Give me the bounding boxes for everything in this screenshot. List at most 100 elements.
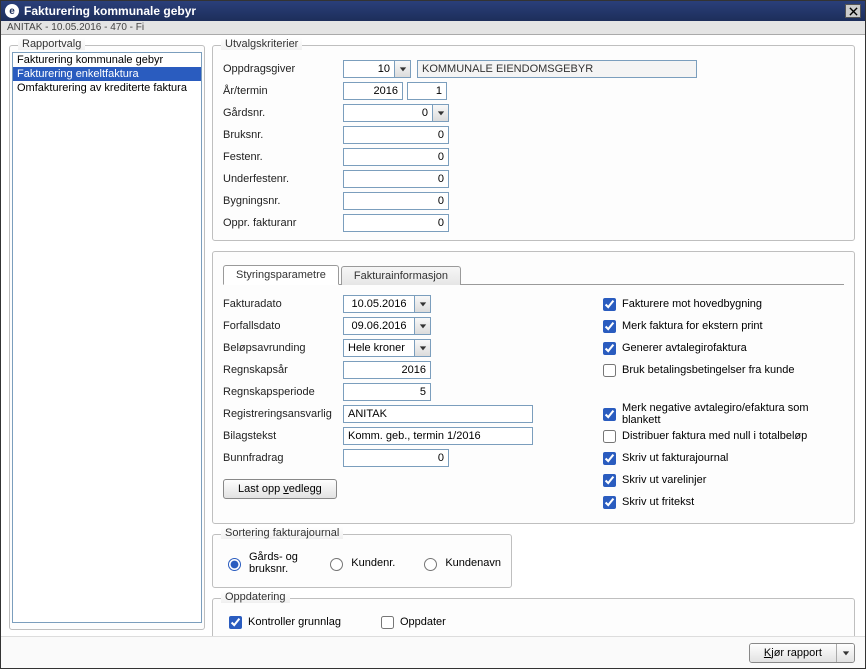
tab-styringsparametre[interactable]: Styringsparametre <box>223 265 339 285</box>
forfallsdato-input[interactable] <box>344 318 414 334</box>
chk-fakturajournal-label: Skriv ut fakturajournal <box>622 452 728 464</box>
fakturadato-input[interactable] <box>344 296 414 312</box>
rapportvalg-legend: Rapportvalg <box>18 38 85 50</box>
bilagstekst-label: Bilagstekst <box>223 430 343 442</box>
belopsavrunding-label: Beløpsavrunding <box>223 342 343 354</box>
app-logo-icon: e <box>5 4 19 18</box>
bilagstekst-input[interactable] <box>343 427 533 445</box>
chevron-down-icon[interactable] <box>394 61 410 77</box>
regnskapsar-label: Regnskapsår <box>223 364 343 376</box>
oppdragsgiver-text: KOMMUNALE EIENDOMSGEBYR <box>417 60 697 78</box>
chk-ekstern-print-label: Merk faktura for ekstern print <box>622 320 763 332</box>
chk-oppdater[interactable]: Oppdater <box>381 611 446 633</box>
radio-gardsbruksnr-label: Gårds- og bruksnr. <box>249 551 301 575</box>
bygningsnr-input[interactable] <box>343 192 449 210</box>
forfallsdato-field[interactable] <box>343 317 431 335</box>
chevron-down-icon[interactable] <box>414 296 430 312</box>
tab-fakturainformasjon[interactable]: Fakturainformasjon <box>341 266 461 285</box>
fakturadato-field[interactable] <box>343 295 431 313</box>
chk-oppdater-input[interactable] <box>381 616 394 629</box>
oppdragsgiver-input[interactable] <box>344 61 394 77</box>
chk-avtalegiro[interactable] <box>603 342 616 355</box>
gardsnr-field[interactable] <box>343 104 449 122</box>
gardsnr-input[interactable] <box>344 105 432 121</box>
chevron-down-icon <box>842 649 850 657</box>
ar-input[interactable] <box>343 82 403 100</box>
window-title: Fakturering kommunale gebyr <box>24 4 196 18</box>
regnskapsar-input[interactable] <box>343 361 431 379</box>
chk-betalingsbetingelser[interactable] <box>603 364 616 377</box>
rapportvalg-group: Rapportvalg Fakturering kommunale gebyr … <box>9 45 205 630</box>
run-report-dropdown[interactable] <box>836 644 854 662</box>
chevron-down-icon[interactable] <box>432 105 448 121</box>
belopsavrunding-input[interactable] <box>344 340 414 356</box>
bruksnr-label: Bruksnr. <box>223 129 343 141</box>
registreringsansvarlig-input[interactable] <box>343 405 533 423</box>
chk-distribuer-null-label: Distribuer faktura med null i totalbeløp <box>622 430 807 442</box>
upload-attachment-label: Last opp vedlegg <box>238 483 322 495</box>
opprfakturanr-input[interactable] <box>343 214 449 232</box>
forfallsdato-label: Forfallsdato <box>223 320 343 332</box>
radio-kundenr-input[interactable] <box>330 558 343 571</box>
oppdatering-legend: Oppdatering <box>221 591 290 603</box>
list-item[interactable]: Fakturering kommunale gebyr <box>13 53 201 67</box>
radio-kundenr[interactable]: Kundenr. <box>325 555 395 571</box>
registreringsansvarlig-label: Registreringsansvarlig <box>223 408 343 420</box>
chk-varelinjer[interactable] <box>603 474 616 487</box>
chk-hovedbygning-label: Fakturere mot hovedbygning <box>622 298 762 310</box>
radio-kundenr-label: Kundenr. <box>351 557 395 569</box>
rapportvalg-listbox[interactable]: Fakturering kommunale gebyr Fakturering … <box>12 52 202 623</box>
sub-title-bar: ANITAK - 10.05.2016 - 470 - Fi <box>1 21 865 35</box>
list-item[interactable]: Omfakturering av krediterte faktura <box>13 81 201 95</box>
chk-distribuer-null[interactable] <box>603 430 616 443</box>
chk-kontroller-grunnlag[interactable]: Kontroller grunnlag <box>229 611 341 633</box>
chk-ekstern-print[interactable] <box>603 320 616 333</box>
chk-fritekst-label: Skriv ut fritekst <box>622 496 694 508</box>
bruksnr-input[interactable] <box>343 126 449 144</box>
chk-fakturajournal[interactable] <box>603 452 616 465</box>
run-report-button[interactable]: Kjør rapport <box>750 644 836 662</box>
radio-kundenavn[interactable]: Kundenavn <box>419 555 501 571</box>
oppdragsgiver-field[interactable] <box>343 60 411 78</box>
chk-negative-blankett[interactable] <box>603 408 616 421</box>
belopsavrunding-field[interactable] <box>343 339 431 357</box>
close-icon <box>849 7 858 16</box>
regnskapsperiode-label: Regnskapsperiode <box>223 386 343 398</box>
list-item[interactable]: Fakturering enkeltfaktura <box>13 67 201 81</box>
chk-hovedbygning[interactable] <box>603 298 616 311</box>
chevron-down-icon[interactable] <box>414 340 430 356</box>
radio-kundenavn-label: Kundenavn <box>445 557 501 569</box>
chk-avtalegiro-label: Generer avtalegirofaktura <box>622 342 747 354</box>
chk-varelinjer-label: Skriv ut varelinjer <box>622 474 706 486</box>
run-report-splitbutton[interactable]: Kjør rapport <box>749 643 855 663</box>
chk-oppdater-label: Oppdater <box>400 616 446 628</box>
sortering-group: Sortering fakturajournal Gårds- og bruks… <box>212 534 512 588</box>
tab-bar: Styringsparametre Fakturainformasjon <box>223 264 844 285</box>
regnskapsperiode-input[interactable] <box>343 383 431 401</box>
festenr-label: Festenr. <box>223 151 343 163</box>
opprfakturanr-label: Oppr. fakturanr <box>223 217 343 229</box>
utvalgskriterier-legend: Utvalgskriterier <box>221 38 302 50</box>
fakturadato-label: Fakturadato <box>223 298 343 310</box>
chk-negative-blankett-label: Merk negative avtalegiro/efaktura som bl… <box>622 402 844 426</box>
termin-input[interactable] <box>407 82 447 100</box>
radio-kundenavn-input[interactable] <box>424 558 437 571</box>
chk-kontroller-grunnlag-input[interactable] <box>229 616 242 629</box>
sortering-legend: Sortering fakturajournal <box>221 527 343 539</box>
underfestenr-label: Underfestenr. <box>223 173 343 185</box>
artermin-label: År/termin <box>223 85 343 97</box>
underfestenr-input[interactable] <box>343 170 449 188</box>
oppdragsgiver-label: Oppdragsgiver <box>223 63 343 75</box>
oppdatering-group: Oppdatering Kontroller grunnlag Oppdater <box>212 598 855 636</box>
close-button[interactable] <box>845 4 861 18</box>
chk-betalingsbetingelser-label: Bruk betalingsbetingelser fra kunde <box>622 364 794 376</box>
chevron-down-icon[interactable] <box>414 318 430 334</box>
radio-gardsbruksnr-input[interactable] <box>228 558 241 571</box>
bunnfradrag-input[interactable] <box>343 449 449 467</box>
radio-gardsbruksnr[interactable]: Gårds- og bruksnr. <box>223 551 301 575</box>
upload-attachment-button[interactable]: Last opp vedlegg <box>223 479 337 499</box>
chk-fritekst[interactable] <box>603 496 616 509</box>
gardsnr-label: Gårdsnr. <box>223 107 343 119</box>
festenr-input[interactable] <box>343 148 449 166</box>
chk-kontroller-grunnlag-label: Kontroller grunnlag <box>248 616 341 628</box>
